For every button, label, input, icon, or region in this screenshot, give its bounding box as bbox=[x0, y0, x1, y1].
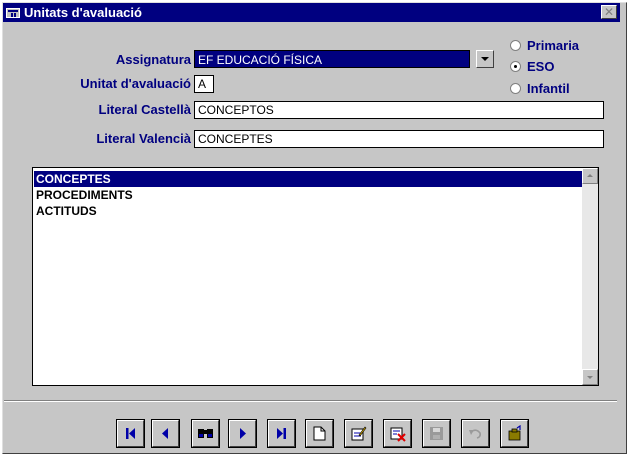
exit-icon bbox=[508, 425, 521, 441]
unitat-input[interactable]: A bbox=[194, 75, 214, 93]
new-record-button[interactable] bbox=[305, 419, 334, 448]
radio-eso-label: ESO bbox=[527, 59, 555, 74]
new-document-icon bbox=[313, 426, 326, 441]
castella-input[interactable]: CONCEPTOS bbox=[194, 101, 604, 119]
delete-record-button[interactable] bbox=[383, 419, 412, 448]
radio-button-icon[interactable] bbox=[510, 40, 521, 51]
radio-infantil-label: Infantil bbox=[527, 81, 570, 96]
scroll-down-icon[interactable] bbox=[582, 369, 598, 385]
unitat-label: Unitat d'avaluació bbox=[80, 76, 191, 91]
save-record-button[interactable] bbox=[422, 419, 451, 448]
list-item[interactable]: CONCEPTES bbox=[34, 171, 583, 187]
close-button[interactable]: ✕ bbox=[601, 5, 617, 19]
next-record-icon bbox=[240, 428, 246, 439]
search-button[interactable] bbox=[191, 419, 220, 448]
next-record-button[interactable] bbox=[228, 419, 257, 448]
undo-icon bbox=[469, 429, 481, 439]
last-record-button[interactable] bbox=[267, 419, 296, 448]
radio-button-icon[interactable] bbox=[510, 83, 521, 94]
valencia-label: Literal Valencià bbox=[96, 131, 191, 146]
undo-button[interactable] bbox=[461, 419, 490, 448]
delete-icon bbox=[390, 427, 406, 442]
previous-record-button[interactable] bbox=[151, 419, 180, 448]
assignatura-select[interactable]: EF EDUCACIÓ FÍSICA bbox=[194, 50, 470, 68]
title-bar[interactable]: Unitats d'avaluació ✕ bbox=[3, 3, 620, 22]
previous-record-icon bbox=[162, 428, 168, 439]
list-item[interactable]: ACTITUDS bbox=[34, 203, 583, 219]
vertical-scrollbar[interactable] bbox=[582, 168, 598, 385]
edit-record-button[interactable] bbox=[344, 419, 373, 448]
last-record-icon bbox=[277, 428, 286, 439]
edit-icon bbox=[351, 426, 367, 441]
valencia-input[interactable]: CONCEPTES bbox=[194, 130, 604, 148]
radio-primaria-label: Primaria bbox=[527, 38, 580, 53]
scroll-up-icon[interactable] bbox=[582, 168, 598, 184]
search-binoculars-icon bbox=[198, 429, 213, 438]
radio-button-selected-icon[interactable] bbox=[510, 61, 521, 72]
first-record-icon bbox=[126, 428, 135, 439]
list-item[interactable]: PROCEDIMENTS bbox=[34, 187, 583, 203]
chevron-down-icon[interactable] bbox=[476, 50, 494, 68]
save-icon bbox=[430, 427, 443, 440]
exit-button[interactable] bbox=[500, 419, 529, 448]
units-list[interactable]: CONCEPTES PROCEDIMENTS ACTITUDS bbox=[32, 167, 599, 386]
first-record-button[interactable] bbox=[116, 419, 145, 448]
window-icon bbox=[6, 8, 20, 18]
window-title: Unitats d'avaluació bbox=[24, 5, 142, 20]
assignatura-label: Assignatura bbox=[115, 52, 191, 67]
castella-label: Literal Castellà bbox=[98, 102, 192, 117]
divider bbox=[4, 400, 617, 402]
